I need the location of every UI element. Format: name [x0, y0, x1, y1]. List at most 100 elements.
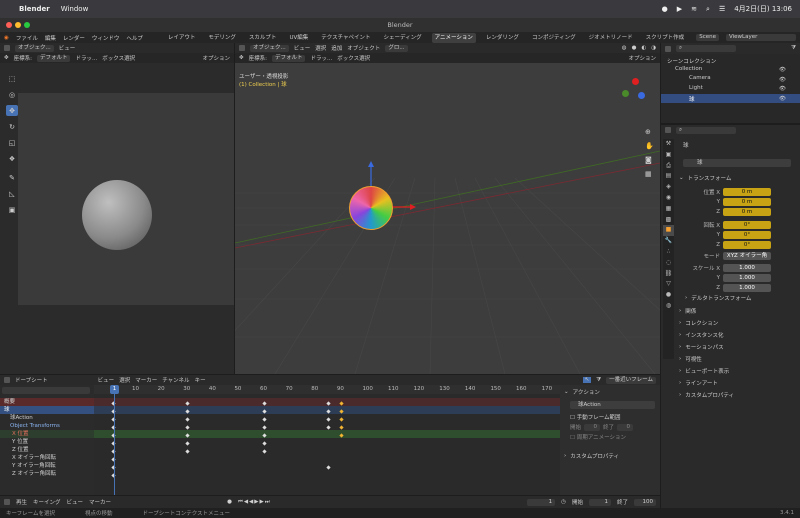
keyframe[interactable] — [185, 417, 190, 422]
ds-key-menu[interactable]: キー — [195, 376, 206, 384]
action-name-field[interactable]: 球Action — [570, 401, 655, 409]
navigation-gizmo[interactable] — [620, 78, 650, 108]
keyframe[interactable] — [339, 425, 344, 430]
constraints-tab-icon[interactable]: ⛓ — [663, 269, 674, 280]
keyframe[interactable] — [339, 401, 344, 406]
cursor-tool-icon[interactable]: ◎ — [6, 89, 18, 100]
tl-view-menu[interactable]: ビュー — [67, 498, 84, 506]
rotate-tool-icon[interactable]: ↻ — [6, 121, 18, 132]
location-y-field[interactable]: 0 m — [723, 197, 771, 206]
box-select[interactable]: ボックス選択 — [337, 54, 370, 62]
cursor-icon[interactable]: ↖ — [582, 377, 592, 383]
annotate-tool-icon[interactable]: ✎ — [6, 172, 18, 183]
channel-object-transforms[interactable]: Object Transforms — [10, 422, 60, 430]
keyframe[interactable] — [185, 433, 190, 438]
overlay-icon[interactable]: ◍ — [622, 45, 627, 51]
keyframe[interactable] — [262, 417, 267, 422]
app-menu[interactable]: Blender — [19, 5, 50, 13]
rotation-x-field[interactable]: 0° — [723, 220, 771, 229]
main-viewport[interactable]: オブジェク... ビュー 選択 追加 オブジェクト グロ... ◍ ● ◐ ◑ … — [235, 43, 660, 374]
outliner-search[interactable]: ⌕ — [676, 45, 736, 52]
add-menu[interactable]: 追加 — [331, 44, 342, 52]
menu-window[interactable]: ウィンドウ — [92, 34, 120, 42]
eye-icon[interactable]: 👁 — [779, 85, 786, 95]
playback-menu[interactable]: 再生 — [16, 498, 27, 506]
filter-icon[interactable]: ⧩ — [791, 45, 796, 52]
tab-modeling[interactable]: モデリング — [205, 33, 239, 43]
camera-viewport[interactable]: オブジェク... ビュー ✥ 座標系: デフォルト ドラッ... ボックス選択 … — [0, 43, 234, 374]
eye-icon[interactable]: 👁 — [779, 66, 786, 76]
channel-action[interactable]: 球Action — [10, 414, 33, 422]
ds-view-menu[interactable]: ビュー — [98, 376, 115, 384]
coords-dropdown[interactable]: デフォルト — [271, 54, 306, 62]
output-tab-icon[interactable]: ⎙ — [663, 161, 674, 172]
play-icon[interactable]: ▶ — [677, 5, 682, 13]
tab-texture-paint[interactable]: テクスチャペイント — [318, 33, 373, 43]
scale-x-field[interactable]: 1.000 — [723, 263, 771, 272]
camera-view-icon[interactable]: ◙ — [645, 153, 654, 167]
physics-tab-icon[interactable]: ◌ — [663, 258, 674, 269]
properties-search[interactable]: ⌕ — [676, 126, 736, 134]
sphere-row[interactable]: 球 — [689, 95, 695, 103]
keyframe[interactable] — [339, 417, 344, 422]
rotation-z-field[interactable]: 0° — [723, 240, 771, 249]
keyframe-area[interactable]: 10 20 30 40 50 60 70 80 90 100 110 120 130 140 150 160 1… — [94, 385, 560, 495]
tl-marker-menu[interactable]: マーカー — [89, 498, 111, 506]
ds-marker-menu[interactable]: マーカー — [135, 376, 157, 384]
perspective-grid-icon[interactable]: ▦ — [645, 167, 654, 181]
scene-tab-icon[interactable]: ◈ — [663, 182, 674, 193]
record-key-icon[interactable]: ● — [227, 499, 232, 505]
eye-icon[interactable]: 👁 — [779, 95, 786, 105]
channel-summary[interactable]: 概要 — [4, 398, 15, 406]
options-menu[interactable]: オプション — [628, 54, 656, 62]
wifi-icon[interactable]: ≋ — [691, 5, 697, 13]
channel-z-location[interactable]: Z 位置 — [12, 446, 29, 454]
collections-section[interactable]: › コレクション — [679, 318, 718, 328]
current-frame-field[interactable]: 1 — [527, 498, 556, 506]
keyframe[interactable] — [262, 433, 267, 438]
line-art-section[interactable]: › ラインアート — [679, 378, 718, 388]
custom-properties-section[interactable]: › カスタムプロパティ — [679, 390, 734, 400]
record-icon[interactable]: ● — [662, 5, 668, 13]
dope-sheet-mode[interactable]: ドープシート — [15, 376, 48, 384]
particles-tab-icon[interactable]: ∴ — [663, 247, 674, 258]
ds-custom-properties-header[interactable]: › カスタムプロパティ — [564, 451, 619, 461]
visibility-section[interactable]: › 可視性 — [679, 354, 702, 364]
control-center-icon[interactable]: ☰ — [719, 5, 725, 13]
keyframe[interactable] — [326, 465, 331, 470]
world-tab-icon[interactable]: ◉ — [663, 193, 674, 204]
texture-tab-icon[interactable]: ▩ — [663, 215, 674, 226]
keyframe[interactable] — [185, 425, 190, 430]
transform-tool-icon[interactable]: ❖ — [6, 153, 18, 164]
keyframe[interactable] — [185, 409, 190, 414]
location-x-field[interactable]: 0 m — [723, 187, 771, 196]
clock[interactable]: 4月2日(日) 13:06 — [734, 4, 792, 14]
keyframe[interactable] — [326, 409, 331, 414]
tab-layout[interactable]: レイアウト — [165, 33, 199, 43]
motion-paths-section[interactable]: › モーションパス — [679, 342, 724, 352]
transform-panel-header[interactable]: ⌄ トランスフォーム — [679, 173, 731, 183]
rotation-mode-dropdown[interactable]: XYZ オイラー角 — [723, 251, 771, 260]
channel-y-location[interactable]: Y 位置 — [12, 438, 28, 446]
menu-file[interactable]: ファイル — [16, 34, 38, 42]
scale-tool-icon[interactable]: ◱ — [6, 137, 18, 148]
menu-edit[interactable]: 編集 — [45, 34, 56, 42]
data-tab-icon[interactable]: ▽ — [663, 279, 674, 290]
rotation-y-field[interactable]: 0° — [723, 230, 771, 239]
gizmo-y-icon[interactable] — [622, 90, 629, 97]
channel-y-rotation[interactable]: Y オイラー角回転 — [12, 462, 56, 470]
keyframe[interactable] — [262, 449, 267, 454]
mode-dropdown[interactable]: オブジェク... — [15, 44, 54, 52]
instancing-section[interactable]: › インスタンス化 — [679, 330, 723, 340]
snap-dropdown[interactable]: 一番近いフレーム — [606, 376, 656, 384]
keyframe[interactable] — [185, 449, 190, 454]
channel-search[interactable] — [2, 387, 90, 394]
minimize-window-icon[interactable] — [15, 22, 21, 28]
keyframe[interactable] — [262, 441, 267, 446]
start-field[interactable]: 0 — [584, 423, 601, 431]
tab-animation[interactable]: アニメーション — [431, 32, 476, 43]
menu-help[interactable]: ヘルプ — [126, 34, 143, 42]
ds-select-menu[interactable]: 選択 — [119, 376, 130, 384]
window-menu[interactable]: Window — [61, 5, 89, 13]
keying-menu[interactable]: キーイング — [33, 498, 61, 506]
